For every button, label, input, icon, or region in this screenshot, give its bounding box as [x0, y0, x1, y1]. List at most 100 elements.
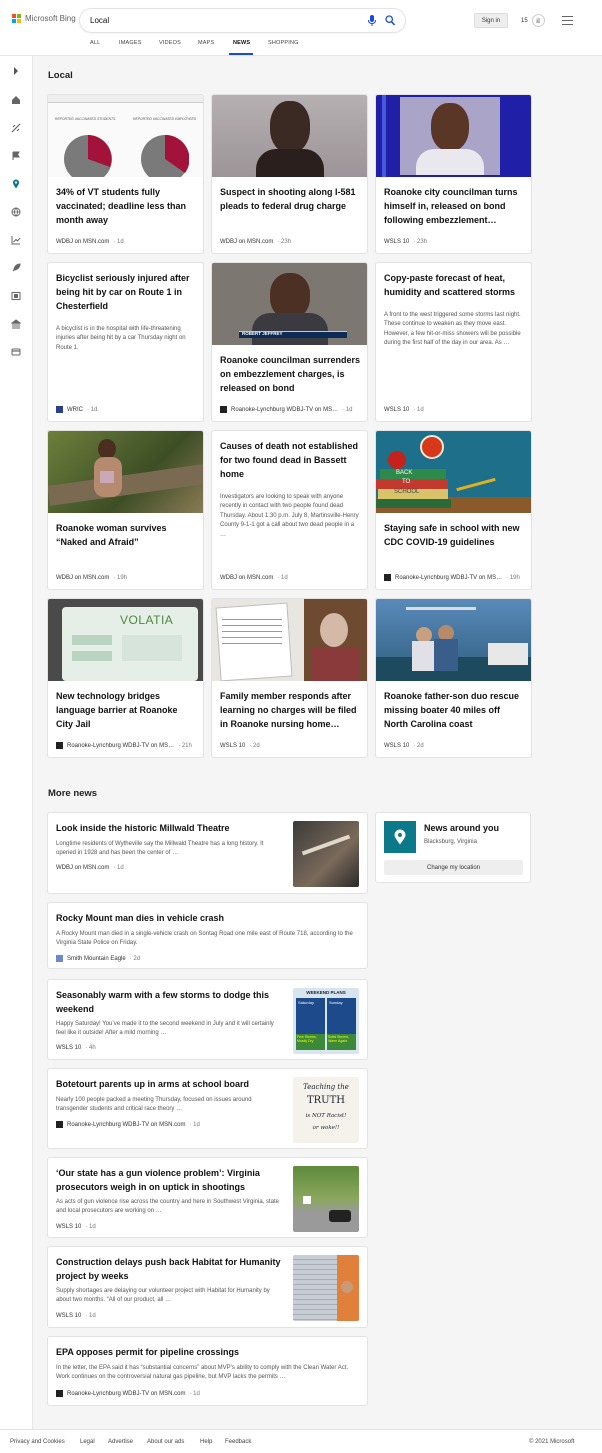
card-snippet: A bicyclist is in the hospital with life… — [56, 326, 186, 351]
sign-text: TRUTH — [306, 1095, 346, 1106]
card-title[interactable]: Roanoke councilman surrenders on embezzl… — [220, 353, 361, 395]
item-title[interactable]: Rocky Mount man dies in vehicle crash — [56, 911, 359, 925]
globe-icon[interactable] — [11, 207, 21, 217]
source-name: Roanoke-Lynchburg WDBJ-TV on MS… — [395, 574, 503, 581]
expand-chevron-icon[interactable] — [11, 66, 21, 76]
more-news-item[interactable]: Botetourt parents up in arms at school b… — [47, 1068, 368, 1149]
timestamp: · 1d — [189, 1390, 200, 1397]
news-card[interactable]: Copy-paste forecast of heat, humidity an… — [375, 262, 532, 422]
news-card[interactable]: BACK TO SCHOOL Staying safe in school wi… — [375, 430, 532, 590]
source-logo — [56, 1121, 63, 1128]
card-title[interactable]: Copy-paste forecast of heat, humidity an… — [384, 271, 525, 299]
search-box[interactable]: Local — [80, 9, 405, 32]
source-name: WDBJ on MSN.com — [56, 239, 110, 245]
more-news-item[interactable]: Rocky Mount man dies in vehicle crash A … — [47, 902, 368, 969]
more-news-item[interactable]: ‘Our state has a gun violence problem’: … — [47, 1157, 368, 1238]
card-source: WSLS 10 · 23h — [384, 239, 427, 245]
footer-link-legal[interactable]: Legal — [80, 1439, 95, 1445]
search-input[interactable]: Local — [90, 16, 405, 25]
news-card[interactable]: Roanoke city councilman turns himself in… — [375, 94, 532, 254]
source-name: WSLS 10 — [384, 239, 410, 245]
news-card[interactable]: Roanoke father-son duo rescue missing bo… — [375, 598, 532, 758]
footer-link-advertise[interactable]: Advertise — [108, 1439, 133, 1445]
card-title[interactable]: New technology bridges language barrier … — [56, 689, 197, 731]
footer-link-privacy[interactable]: Privacy and Cookies — [10, 1439, 65, 1445]
tab-all[interactable]: ALL — [90, 40, 100, 46]
card-source: WSLS 10 · 1d — [384, 407, 424, 413]
card-title[interactable]: Roanoke father-son duo rescue missing bo… — [384, 689, 525, 731]
timestamp: · 1d — [113, 239, 124, 245]
source-name: WSLS 10 — [56, 1045, 82, 1051]
chart-icon[interactable] — [11, 235, 21, 245]
tab-maps[interactable]: MAPS — [198, 40, 214, 46]
timestamp: · 1d — [113, 865, 124, 871]
home-icon[interactable] — [11, 95, 21, 105]
item-thumbnail-protest-sign[interactable]: Teaching the TRUTH is NOT Racist! or wok… — [293, 1077, 359, 1143]
item-title[interactable]: Seasonably warm with a few storms to dod… — [56, 988, 285, 1016]
card-title[interactable]: Staying safe in school with new CDC COVI… — [384, 521, 525, 549]
card-title[interactable]: Roanoke city councilman turns himself in… — [384, 185, 525, 227]
location-icon[interactable] — [11, 179, 21, 189]
news-card[interactable]: ROBERT JEFFREY Roanoke councilman surren… — [211, 262, 368, 422]
more-news-item[interactable]: Seasonably warm with a few storms to dod… — [47, 979, 368, 1060]
tab-news[interactable]: NEWS — [233, 40, 250, 46]
card-source: WDBJ on MSN.com · 1d — [56, 239, 124, 245]
tab-shopping[interactable]: SHOPPING — [268, 40, 299, 46]
item-thumbnail-police-scene[interactable] — [293, 1166, 359, 1232]
copyright: © 2021 Microsoft — [529, 1439, 575, 1445]
satellite-icon[interactable] — [11, 123, 21, 133]
more-news-item[interactable]: EPA opposes permit for pipeline crossing… — [47, 1336, 368, 1406]
footer-link-feedback[interactable]: Feedback — [225, 1439, 251, 1445]
timestamp: · 4h — [85, 1045, 96, 1051]
news-card[interactable]: Roanoke woman survives “Naked and Afraid… — [47, 430, 204, 590]
card-icon[interactable] — [11, 347, 21, 357]
news-card[interactable]: Causes of death not established for two … — [211, 430, 368, 590]
footer-link-about-ads[interactable]: About our ads — [147, 1439, 184, 1445]
card-snippet: A front to the west triggered some storm… — [384, 312, 521, 347]
card-title[interactable]: Bicyclist seriously injured after being … — [56, 271, 197, 313]
tab-images[interactable]: IMAGES — [119, 40, 142, 46]
card-image-documents-and-woman — [212, 599, 367, 681]
item-source: WSLS 10 · 1d — [56, 1224, 96, 1230]
card-title[interactable]: Suspect in shooting along I-581 pleads t… — [220, 185, 361, 213]
item-title[interactable]: Construction delays push back Habitat fo… — [56, 1255, 285, 1283]
brand-name: Microsoft Bing — [25, 14, 76, 23]
weekend-plans-title: WEEKEND PLANS — [306, 990, 346, 995]
item-thumbnail-construction[interactable] — [293, 1255, 359, 1321]
card-title[interactable]: Roanoke woman survives “Naked and Afraid… — [56, 521, 197, 549]
item-title[interactable]: Botetourt parents up in arms at school b… — [56, 1077, 285, 1091]
footer-link-help[interactable]: Help — [200, 1439, 212, 1445]
item-thumbnail-weekend-plans[interactable]: WEEKEND PLANS Saturday Sunday Few Storms… — [293, 988, 359, 1054]
timestamp: · 1d — [189, 1121, 200, 1128]
item-thumbnail-theatre[interactable] — [293, 821, 359, 887]
card-title[interactable]: 34% of VT students fully vaccinated; dea… — [56, 185, 197, 227]
menu-icon[interactable] — [562, 16, 573, 25]
item-title[interactable]: Look inside the historic Millwald Theatr… — [56, 821, 285, 835]
search-icon[interactable] — [385, 15, 395, 26]
card-title[interactable]: Causes of death not established for two … — [220, 439, 361, 481]
rewards-button[interactable]: 15 ♕ — [521, 14, 545, 27]
rocket-icon[interactable] — [11, 263, 21, 273]
change-location-button[interactable]: Change my location — [384, 860, 523, 875]
source-name: WDBJ on MSN.com — [56, 575, 110, 581]
sign-in-button[interactable]: Sign in — [474, 13, 508, 28]
bing-logo[interactable]: Microsoft Bing — [12, 14, 76, 23]
more-news-item[interactable]: Look inside the historic Millwald Theatr… — [47, 812, 368, 894]
item-title[interactable]: ‘Our state has a gun violence problem’: … — [56, 1166, 285, 1194]
item-title[interactable]: EPA opposes permit for pipeline crossing… — [56, 1345, 359, 1359]
news-card[interactable]: VOLATIA New technology bridges language … — [47, 598, 204, 758]
card-title[interactable]: Family member responds after learning no… — [220, 689, 361, 731]
bank-icon[interactable] — [11, 319, 21, 329]
pie-chart-employees — [141, 135, 189, 177]
news-card[interactable]: Bicyclist seriously injured after being … — [47, 262, 204, 422]
tab-videos[interactable]: VIDEOS — [159, 40, 181, 46]
news-card[interactable]: Suspect in shooting along I-581 pleads t… — [211, 94, 368, 254]
card-snippet: Investigators are looking to speak with … — [220, 494, 359, 538]
flag-icon[interactable] — [11, 151, 21, 161]
microphone-icon[interactable] — [367, 15, 377, 26]
item-snippet: Supply shortages are delaying our volunt… — [56, 1288, 270, 1304]
more-news-item[interactable]: Construction delays push back Habitat fo… — [47, 1246, 368, 1328]
news-card[interactable]: REPORTED VACCINATED STUDENTS REPORTED VA… — [47, 94, 204, 254]
film-icon[interactable] — [11, 291, 21, 301]
news-card[interactable]: Family member responds after learning no… — [211, 598, 368, 758]
